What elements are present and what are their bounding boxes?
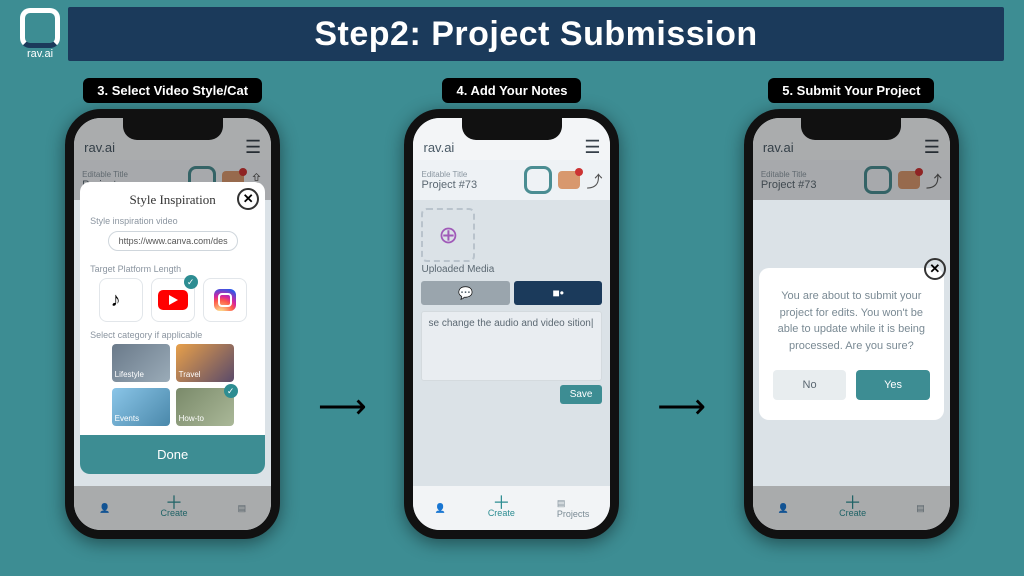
instagram-icon xyxy=(214,289,236,311)
tab-video[interactable]: ■• xyxy=(514,281,603,305)
share-icon[interactable]: ⤴ xyxy=(586,168,602,192)
brand-logo: rav.ai xyxy=(20,8,60,60)
platform-instagram[interactable] xyxy=(203,278,247,322)
save-button[interactable]: Save xyxy=(560,385,603,404)
tab-audio[interactable]: 💬 xyxy=(421,281,510,305)
arrow-icon: ⟶ xyxy=(318,387,367,427)
platform-youtube[interactable] xyxy=(151,278,195,322)
phone-mock-2: rav.ai ☰ Editable TitleProject #73 ⤴ ⊕ Up… xyxy=(404,109,619,539)
nav-account[interactable]: 👤 xyxy=(778,503,789,514)
category-option[interactable]: How-to xyxy=(176,388,234,426)
yes-button[interactable]: Yes xyxy=(856,370,930,400)
no-button[interactable]: No xyxy=(773,370,847,400)
phone-mock-3: rav.ai ☰ Editable TitleProject #73 ⤴ ✕ Yo… xyxy=(744,109,959,539)
brand-text: rav.ai xyxy=(763,140,794,155)
nav-projects[interactable]: ▤ xyxy=(238,503,247,514)
uploaded-media-label: Uploaded Media xyxy=(421,264,602,275)
category-option[interactable]: Lifestyle xyxy=(112,344,170,382)
logo-icon xyxy=(524,166,552,194)
nav-account[interactable]: 👤 xyxy=(99,503,110,514)
modal-title: Style Inspiration xyxy=(90,192,255,208)
phone-mock-1: rav.ai☰ Editable TitleProject⇪ ✕ Style I… xyxy=(65,109,280,539)
confirm-text: You are about to submit your project for… xyxy=(773,288,930,354)
step-label-3: 3. Select Video Style/Cat xyxy=(83,78,262,103)
nav-projects[interactable]: ▤Projects xyxy=(557,498,590,519)
platform-tiktok[interactable] xyxy=(99,278,143,322)
brand-text: rav.ai xyxy=(84,140,115,155)
hamburger-icon[interactable]: ☰ xyxy=(245,137,261,158)
confirm-modal: ✕ You are about to submit your project f… xyxy=(759,268,944,420)
category-label: Select category if applicable xyxy=(90,330,255,340)
step-label-5: 5. Submit Your Project xyxy=(768,78,934,103)
done-button[interactable]: Done xyxy=(80,435,265,474)
chat-icon[interactable] xyxy=(898,171,920,189)
close-icon[interactable]: ✕ xyxy=(924,258,946,280)
nav-create[interactable]: ＋Create xyxy=(839,498,866,518)
nav-create[interactable]: ＋Create xyxy=(160,498,187,518)
url-label: Style inspiration video xyxy=(90,216,255,226)
chat-icon[interactable] xyxy=(558,171,580,189)
hamburger-icon[interactable]: ☰ xyxy=(584,137,600,158)
project-title: Editable TitleProject #73 xyxy=(761,170,858,191)
logo-icon xyxy=(864,166,892,194)
page-title-bar: Step2: Project Submission xyxy=(68,7,1004,61)
style-url-input[interactable]: https://www.canva.com/des xyxy=(108,231,238,251)
notes-textarea[interactable]: se change the audio and video sition| xyxy=(421,311,602,381)
add-media-button[interactable]: ⊕ xyxy=(421,208,475,262)
hamburger-icon[interactable]: ☰ xyxy=(924,137,940,158)
nav-create[interactable]: ＋Create xyxy=(488,498,515,518)
share-icon[interactable]: ⤴ xyxy=(926,168,942,192)
platform-label: Target Platform Length xyxy=(90,264,255,274)
brand-text: rav.ai xyxy=(423,140,454,155)
project-title[interactable]: Editable TitleProject #73 xyxy=(421,170,518,191)
style-modal: ✕ Style Inspiration Style inspiration vi… xyxy=(80,182,265,474)
nav-account[interactable]: 👤 xyxy=(435,503,446,514)
page-title: Step2: Project Submission xyxy=(314,15,757,54)
nav-projects[interactable]: ▤ xyxy=(916,503,925,514)
step-label-4: 4. Add Your Notes xyxy=(442,78,581,103)
youtube-icon xyxy=(158,290,188,310)
category-option[interactable]: Events xyxy=(112,388,170,426)
category-option[interactable]: Travel xyxy=(176,344,234,382)
arrow-icon: ⟶ xyxy=(657,387,706,427)
close-icon[interactable]: ✕ xyxy=(237,188,259,210)
tiktok-icon xyxy=(111,289,131,311)
